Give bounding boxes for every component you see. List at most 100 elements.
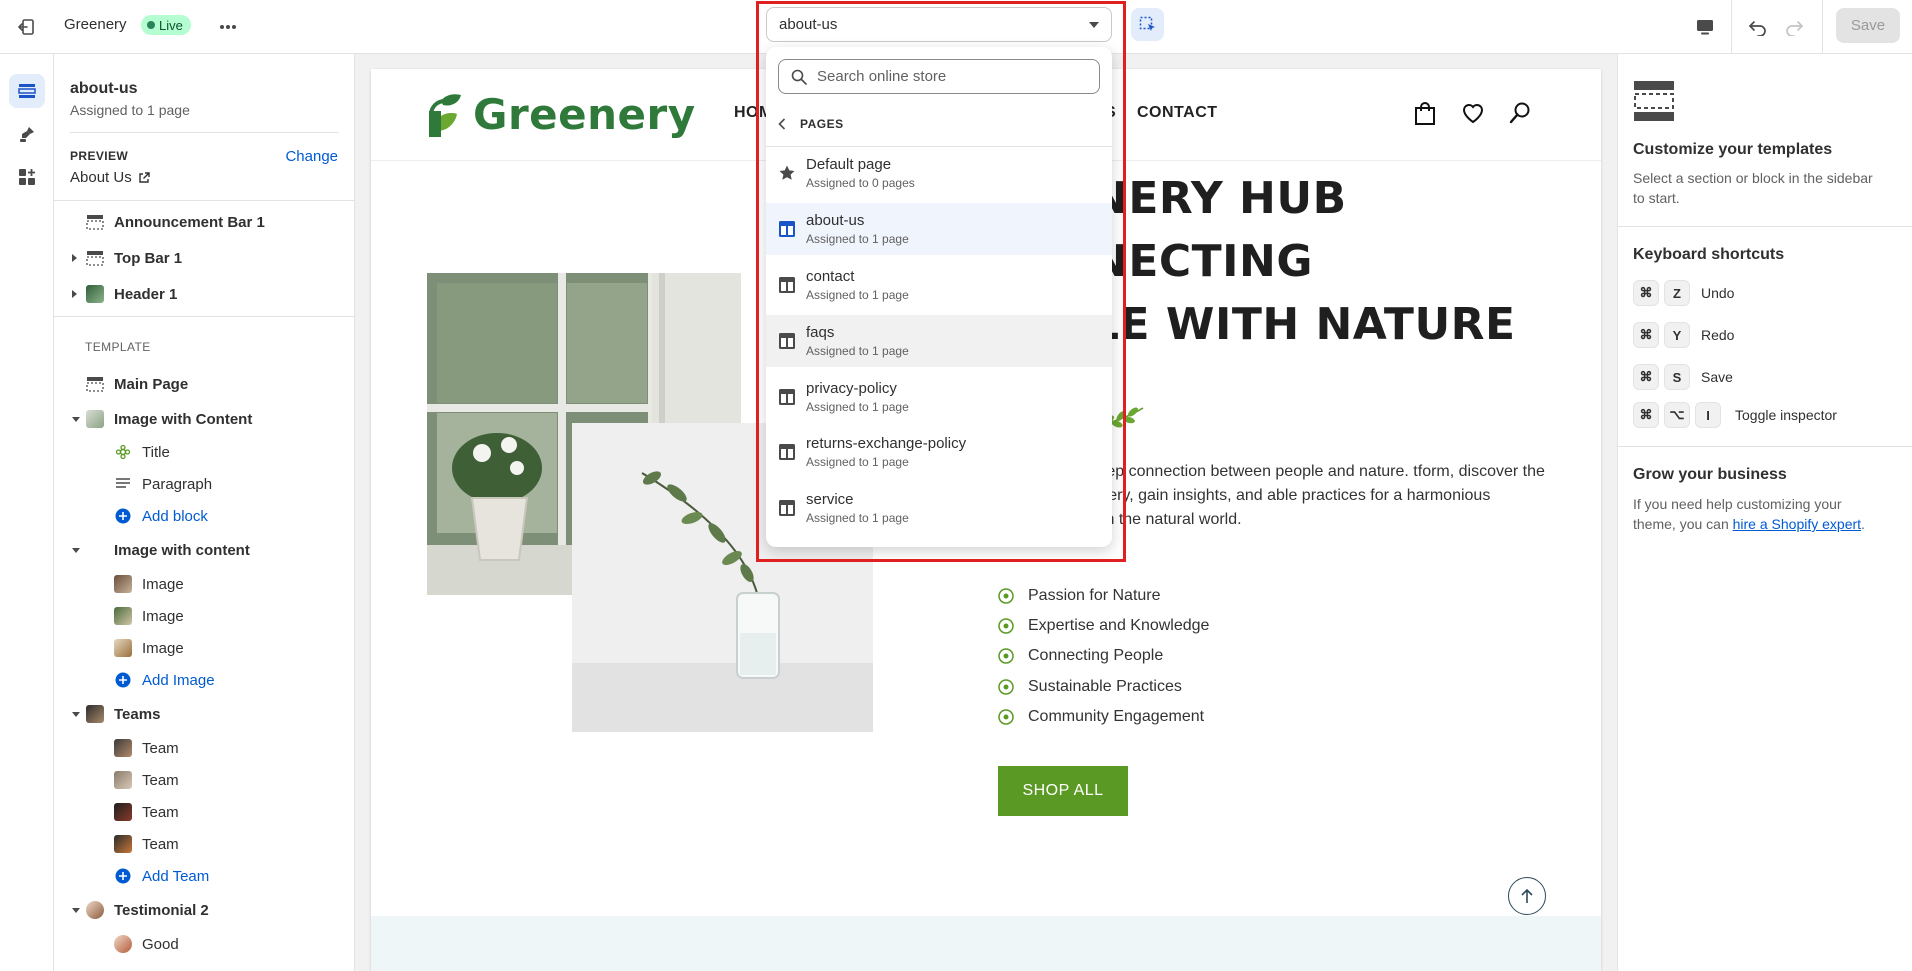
preview-page-link[interactable]: About Us	[70, 169, 150, 186]
section-top-bar[interactable]: Top Bar 1	[54, 244, 354, 272]
template-option[interactable]: privacy-policy Assigned to 1 page	[766, 371, 1112, 423]
redo-icon[interactable]	[1779, 12, 1809, 42]
add-image-button[interactable]: Add Image	[54, 666, 354, 694]
save-button[interactable]: Save	[1836, 8, 1900, 43]
section-image-with-content-1[interactable]: Image with Content	[54, 405, 354, 433]
change-preview-link[interactable]: Change	[285, 148, 338, 165]
template-icon	[779, 277, 795, 293]
add-block-button[interactable]: Add block	[54, 502, 354, 530]
collapse-arrow-icon[interactable]	[72, 711, 80, 717]
leaf-logo-icon	[429, 93, 461, 137]
block-team[interactable]: Team	[54, 798, 354, 826]
app-blocks-icon[interactable]	[9, 160, 45, 194]
template-select-value: about-us	[779, 16, 838, 33]
paragraph-icon	[114, 475, 132, 493]
teams-thumbnail-icon	[86, 705, 104, 723]
shop-all-button[interactable]: SHOP ALL	[998, 766, 1128, 816]
section-testimonial[interactable]: Testimonial 2	[54, 896, 354, 924]
team-thumbnail-icon	[114, 803, 132, 821]
block-image[interactable]: Image	[54, 570, 354, 598]
template-subtitle: Assigned to 1 page	[70, 102, 190, 118]
block-testimonial[interactable]: Good	[54, 930, 354, 958]
kbd-key: ⌘	[1633, 364, 1659, 390]
shortcuts-title: Keyboard shortcuts	[1633, 246, 1785, 263]
inspector-toggle-icon[interactable]	[1131, 8, 1164, 41]
template-option[interactable]: Default page Assigned to 0 pages	[766, 147, 1112, 199]
undo-icon[interactable]	[1743, 12, 1773, 42]
option-subtitle: Assigned to 1 page	[806, 455, 909, 469]
hero-heading-line: NERY HUB	[1091, 173, 1347, 224]
section-label: Teams	[114, 705, 161, 723]
live-badge: Live	[141, 15, 191, 35]
template-option[interactable]: faqs Assigned to 1 page	[766, 315, 1112, 367]
template-dropdown: Search online store PAGES Default page A…	[766, 47, 1112, 547]
kbd-key: ⌘	[1633, 322, 1659, 348]
feature-label: Sustainable Practices	[1028, 678, 1182, 695]
pages-back-button[interactable]: PAGES	[778, 117, 844, 131]
block-image[interactable]: Image	[54, 602, 354, 630]
template-title: about-us	[70, 80, 138, 97]
nav-contact-link[interactable]: CONTACT	[1137, 104, 1218, 122]
divider	[54, 316, 354, 317]
scroll-to-top-icon[interactable]	[1508, 877, 1546, 915]
option-title: about-us	[806, 212, 865, 229]
toolbar-divider	[1822, 0, 1823, 54]
sections-icon[interactable]	[9, 74, 45, 108]
flower-bullet-icon	[998, 588, 1014, 604]
kbd-key: ⌥	[1664, 402, 1690, 428]
option-subtitle: Assigned to 1 page	[806, 288, 909, 302]
search-input[interactable]: Search online store	[778, 59, 1100, 94]
shortcut-label: Redo	[1701, 327, 1735, 343]
option-title: returns-exchange-policy	[806, 435, 967, 452]
preview-label: PREVIEW	[70, 149, 129, 163]
customize-templates-icon	[1633, 80, 1675, 126]
option-title: contact	[806, 268, 855, 285]
hire-expert-link[interactable]: hire a Shopify expert	[1733, 516, 1861, 532]
expand-arrow-icon[interactable]	[72, 290, 77, 298]
template-option-selected[interactable]: about-us Assigned to 1 page	[766, 203, 1112, 255]
divider	[70, 132, 339, 133]
block-image[interactable]: Image	[54, 634, 354, 662]
collapse-arrow-icon[interactable]	[72, 547, 80, 553]
toolbar-divider	[1731, 0, 1732, 54]
block-paragraph[interactable]: Paragraph	[54, 470, 354, 498]
option-subtitle: Assigned to 0 pages	[806, 176, 915, 190]
block-title[interactable]: Title	[54, 438, 354, 466]
more-options-icon[interactable]	[214, 13, 242, 41]
collapse-arrow-icon[interactable]	[72, 416, 80, 422]
live-dot-icon	[147, 21, 155, 29]
template-option[interactable]: returns-exchange-policy Assigned to 1 pa…	[766, 426, 1112, 478]
option-subtitle: Assigned to 1 page	[806, 511, 909, 525]
wishlist-heart-icon[interactable]	[1459, 99, 1487, 127]
template-icon	[779, 389, 795, 405]
template-option[interactable]: contact Assigned to 1 page	[766, 259, 1112, 311]
block-label: Image	[142, 639, 184, 657]
pages-label: PAGES	[800, 117, 844, 131]
block-label: Image	[142, 607, 184, 625]
section-label: Image with Content	[114, 410, 253, 428]
exit-icon[interactable]	[12, 13, 40, 41]
template-select[interactable]: about-us	[766, 7, 1112, 42]
section-teams[interactable]: Teams	[54, 700, 354, 728]
add-block-label: Add block	[142, 507, 208, 525]
search-icon[interactable]	[1506, 99, 1534, 127]
site-logo[interactable]: Greenery	[427, 90, 696, 139]
plus-circle-icon	[114, 507, 132, 525]
cart-bag-icon[interactable]	[1411, 99, 1439, 127]
section-image-with-content-2[interactable]: Image with content	[54, 536, 354, 564]
desktop-view-icon[interactable]	[1690, 12, 1720, 42]
expand-arrow-icon[interactable]	[72, 254, 77, 262]
block-team[interactable]: Team	[54, 766, 354, 794]
theme-settings-brush-icon[interactable]	[9, 117, 45, 151]
add-team-button[interactable]: Add Team	[54, 862, 354, 890]
section-header[interactable]: Header 1	[54, 280, 354, 308]
block-label: Team	[142, 835, 179, 853]
kbd-key: ⌘	[1633, 280, 1659, 306]
block-team[interactable]: Team	[54, 734, 354, 762]
template-option[interactable]: service Assigned to 1 page	[766, 482, 1112, 534]
image-thumbnail-icon	[114, 575, 132, 593]
block-team[interactable]: Team	[54, 830, 354, 858]
collapse-arrow-icon[interactable]	[72, 907, 80, 913]
section-announcement-bar[interactable]: Announcement Bar 1	[54, 208, 354, 236]
section-main-page[interactable]: Main Page	[54, 370, 354, 398]
